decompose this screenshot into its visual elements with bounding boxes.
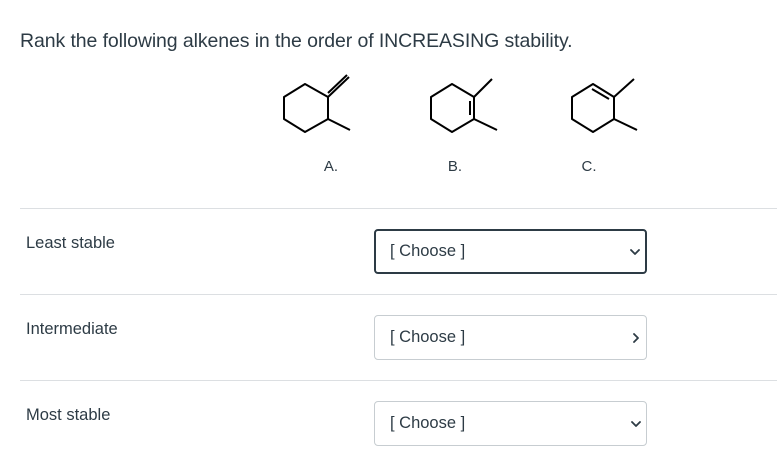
molecule-a-label: A. bbox=[323, 158, 339, 175]
intermediate-select-value: [ Choose ] bbox=[390, 328, 466, 346]
least-stable-select[interactable]: [ Choose ] bbox=[374, 229, 647, 274]
molecule-b-structure bbox=[430, 78, 498, 133]
intermediate-label: Intermediate bbox=[26, 320, 118, 338]
alkene-structures bbox=[283, 74, 638, 133]
most-stable-select-value: [ Choose ] bbox=[390, 414, 466, 432]
most-stable-label: Most stable bbox=[26, 406, 111, 424]
molecule-a-structure bbox=[283, 74, 351, 133]
chevron-down-icon bbox=[633, 332, 639, 343]
chevron-down-icon bbox=[631, 420, 641, 427]
least-stable-select-value: [ Choose ] bbox=[390, 242, 466, 260]
chevron-down-icon bbox=[630, 248, 640, 255]
molecule-c-label: C. bbox=[581, 158, 597, 175]
row-divider bbox=[20, 208, 777, 209]
most-stable-select[interactable]: [ Choose ] bbox=[374, 401, 647, 446]
row-divider bbox=[20, 380, 777, 381]
least-stable-label: Least stable bbox=[26, 234, 115, 252]
molecule-c-structure bbox=[571, 78, 638, 133]
molecule-b-label: B. bbox=[447, 158, 463, 175]
row-divider bbox=[20, 294, 777, 295]
intermediate-select[interactable]: [ Choose ] bbox=[374, 315, 647, 360]
